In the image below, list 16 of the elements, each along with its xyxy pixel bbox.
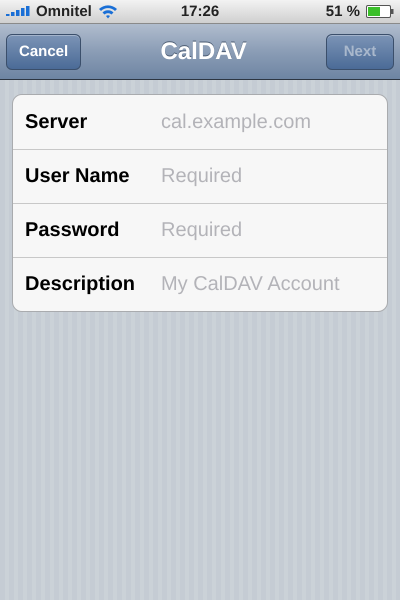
cancel-button[interactable]: Cancel	[6, 34, 82, 70]
input-field[interactable]: Required	[159, 218, 375, 243]
input-field[interactable]: My CalDAV Account	[159, 272, 375, 297]
battery-icon	[366, 5, 394, 18]
clock: 17:26	[180, 3, 220, 20]
field-label: Server	[25, 110, 88, 134]
field-label: Password	[25, 219, 120, 242]
input-field[interactable]: cal.example.com	[159, 110, 375, 134]
carrier-name: Omnitel	[36, 3, 92, 20]
nav-title: CalDAV	[160, 38, 247, 66]
wifi-icon	[98, 4, 118, 19]
field-label: Description	[25, 273, 136, 296]
battery-percent: 51 %	[326, 3, 360, 20]
signal-icon	[6, 6, 30, 18]
input-field[interactable]: Required	[159, 164, 375, 189]
field-label: User Name	[25, 165, 131, 188]
